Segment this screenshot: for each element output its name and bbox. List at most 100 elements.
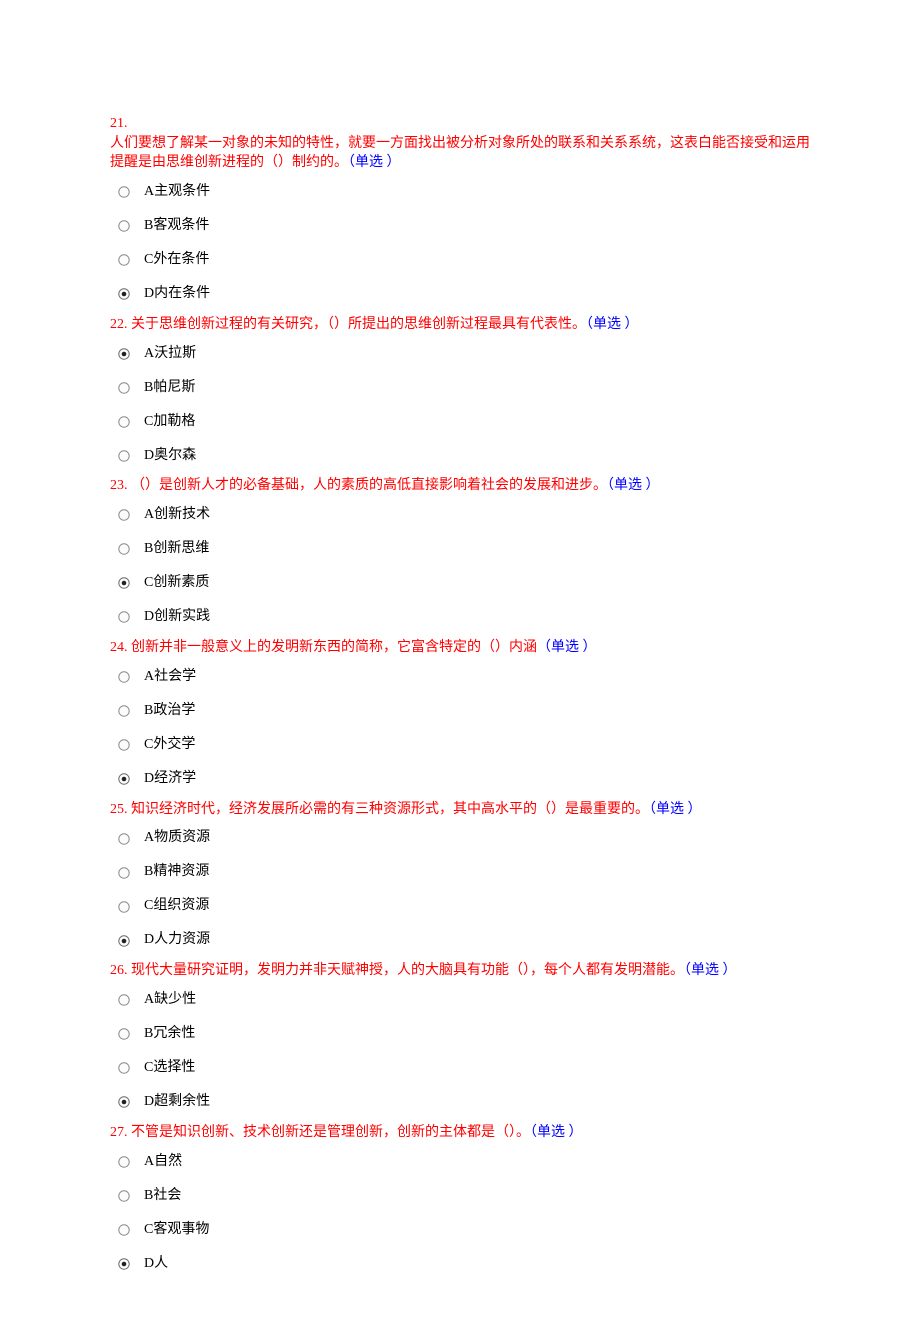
radio-selected-icon[interactable] — [110, 347, 138, 360]
option-label: D人 — [138, 1254, 168, 1274]
question-type-tag: （单选 ） — [607, 478, 660, 493]
question-number: 22. — [110, 317, 131, 332]
question-header: 25. 知识经济时代，经济发展所必需的有三种资源形式，其中高水平的（）是最重要的… — [110, 800, 810, 820]
radio-unselected-icon[interactable] — [110, 185, 138, 198]
option-row: B社会 — [110, 1178, 810, 1212]
question-type-tag: （单选 ） — [537, 640, 597, 655]
radio-unselected-icon[interactable] — [110, 508, 138, 521]
question-number: 23. — [110, 478, 131, 493]
question-text: 创新并非一般意义上的发明新东西的简称，它富含特定的（）内涵 — [131, 640, 537, 655]
option-row: C加勒格 — [110, 404, 810, 438]
option-label: C选择性 — [138, 1058, 195, 1078]
radio-unselected-icon[interactable] — [110, 1155, 138, 1168]
option-label: C外交学 — [138, 735, 195, 755]
question-header: 22. 关于思维创新过程的有关研究，（）所提出的思维创新过程最具有代表性。（单选… — [110, 315, 810, 335]
question-21: 21. 人们要想了解某一对象的未知的特性，就要一方面找出被分析对象所处的联系和关… — [110, 114, 810, 311]
option-label: D创新实践 — [138, 607, 210, 627]
question-type-tag: （单选 ） — [586, 317, 639, 332]
option-row: B精神资源 — [110, 855, 810, 889]
radio-unselected-icon[interactable] — [110, 1223, 138, 1236]
question-27: 27. 不管是知识创新、技术创新还是管理创新，创新的主体都是（）。（单选 ）A自… — [110, 1123, 810, 1281]
radio-unselected-icon[interactable] — [110, 866, 138, 879]
options: A创新技术 B创新思维 C创新素质 D创新实践 — [110, 498, 810, 634]
option-row: C创新素质 — [110, 566, 810, 600]
radio-unselected-icon[interactable] — [110, 1027, 138, 1040]
option-row: D经济学 — [110, 762, 810, 796]
options: A缺少性 B冗余性 C选择性 D超剩余性 — [110, 983, 810, 1119]
option-label: D内在条件 — [138, 284, 210, 304]
radio-unselected-icon[interactable] — [110, 219, 138, 232]
option-row: B创新思维 — [110, 532, 810, 566]
option-row: A物质资源 — [110, 821, 810, 855]
radio-selected-icon[interactable] — [110, 1257, 138, 1270]
radio-unselected-icon[interactable] — [110, 449, 138, 462]
question-header: 26. 现代大量研究证明，发明力并非天赋神授，人的大脑具有功能（），每个人都有发… — [110, 961, 810, 981]
option-label: D超剩余性 — [138, 1092, 210, 1112]
question-type-tag: （单选 ） — [684, 963, 737, 978]
option-label: C加勒格 — [138, 412, 195, 432]
option-label: A沃拉斯 — [138, 344, 196, 364]
question-type-tag: （单选 ） — [348, 155, 401, 170]
option-label: A创新技术 — [138, 505, 210, 525]
radio-selected-icon[interactable] — [110, 287, 138, 300]
radio-unselected-icon[interactable] — [110, 253, 138, 266]
radio-unselected-icon[interactable] — [110, 1061, 138, 1074]
radio-selected-icon[interactable] — [110, 576, 138, 589]
question-header: 21. 人们要想了解某一对象的未知的特性，就要一方面找出被分析对象所处的联系和关… — [110, 114, 810, 173]
option-row: D人力资源 — [110, 923, 810, 957]
option-label: B冗余性 — [138, 1024, 195, 1044]
option-row: B冗余性 — [110, 1017, 810, 1051]
radio-unselected-icon[interactable] — [110, 738, 138, 751]
question-number: 25. — [110, 802, 131, 817]
question-header: 24. 创新并非一般意义上的发明新东西的简称，它富含特定的（）内涵（单选 ） — [110, 638, 810, 658]
radio-unselected-icon[interactable] — [110, 542, 138, 555]
question-type-tag: （单选 ） — [530, 1125, 583, 1140]
option-row: C外在条件 — [110, 243, 810, 277]
option-label: D人力资源 — [138, 930, 210, 950]
radio-unselected-icon[interactable] — [110, 670, 138, 683]
radio-unselected-icon[interactable] — [110, 993, 138, 1006]
option-row: B帕尼斯 — [110, 370, 810, 404]
radio-unselected-icon[interactable] — [110, 704, 138, 717]
option-row: B政治学 — [110, 694, 810, 728]
option-row: D奥尔森 — [110, 438, 810, 472]
option-label: B政治学 — [138, 701, 195, 721]
question-text: 关于思维创新过程的有关研究，（）所提出的思维创新过程最具有代表性。 — [131, 317, 586, 332]
option-label: A社会学 — [138, 667, 196, 687]
option-row: A沃拉斯 — [110, 336, 810, 370]
question-number: 26. — [110, 963, 131, 978]
radio-unselected-icon[interactable] — [110, 832, 138, 845]
question-list: 21. 人们要想了解某一对象的未知的特性，就要一方面找出被分析对象所处的联系和关… — [110, 114, 810, 1280]
option-row: D超剩余性 — [110, 1085, 810, 1119]
option-row: A自然 — [110, 1144, 810, 1178]
question-22: 22. 关于思维创新过程的有关研究，（）所提出的思维创新过程最具有代表性。（单选… — [110, 315, 810, 473]
option-label: B创新思维 — [138, 539, 209, 559]
option-row: C客观事物 — [110, 1212, 810, 1246]
option-row: A创新技术 — [110, 498, 810, 532]
radio-unselected-icon[interactable] — [110, 415, 138, 428]
question-type-tag: （单选 ） — [649, 802, 702, 817]
option-row: C外交学 — [110, 728, 810, 762]
options: A社会学 B政治学 C外交学 D经济学 — [110, 660, 810, 796]
option-row: A缺少性 — [110, 983, 810, 1017]
radio-unselected-icon[interactable] — [110, 900, 138, 913]
question-23: 23. （）是创新人才的必备基础，人的素质的高低直接影响着社会的发展和进步。（单… — [110, 476, 810, 634]
radio-unselected-icon[interactable] — [110, 381, 138, 394]
question-number: 24. — [110, 640, 131, 655]
radio-selected-icon[interactable] — [110, 1095, 138, 1108]
option-row: D人 — [110, 1246, 810, 1280]
radio-selected-icon[interactable] — [110, 934, 138, 947]
option-label: A自然 — [138, 1152, 182, 1172]
option-label: C客观事物 — [138, 1220, 209, 1240]
radio-selected-icon[interactable] — [110, 772, 138, 785]
option-label: B社会 — [138, 1186, 181, 1206]
radio-unselected-icon[interactable] — [110, 1189, 138, 1202]
question-text: 不管是知识创新、技术创新还是管理创新，创新的主体都是（）。 — [131, 1125, 530, 1140]
question-25: 25. 知识经济时代，经济发展所必需的有三种资源形式，其中高水平的（）是最重要的… — [110, 800, 810, 958]
option-label: D经济学 — [138, 769, 196, 789]
options: A自然 B社会 C客观事物 D人 — [110, 1144, 810, 1280]
options: A物质资源B精神资源C组织资源D人力资源 — [110, 821, 810, 957]
option-label: D奥尔森 — [138, 446, 196, 466]
radio-unselected-icon[interactable] — [110, 610, 138, 623]
question-text: 知识经济时代，经济发展所必需的有三种资源形式，其中高水平的（）是最重要的。 — [131, 802, 649, 817]
